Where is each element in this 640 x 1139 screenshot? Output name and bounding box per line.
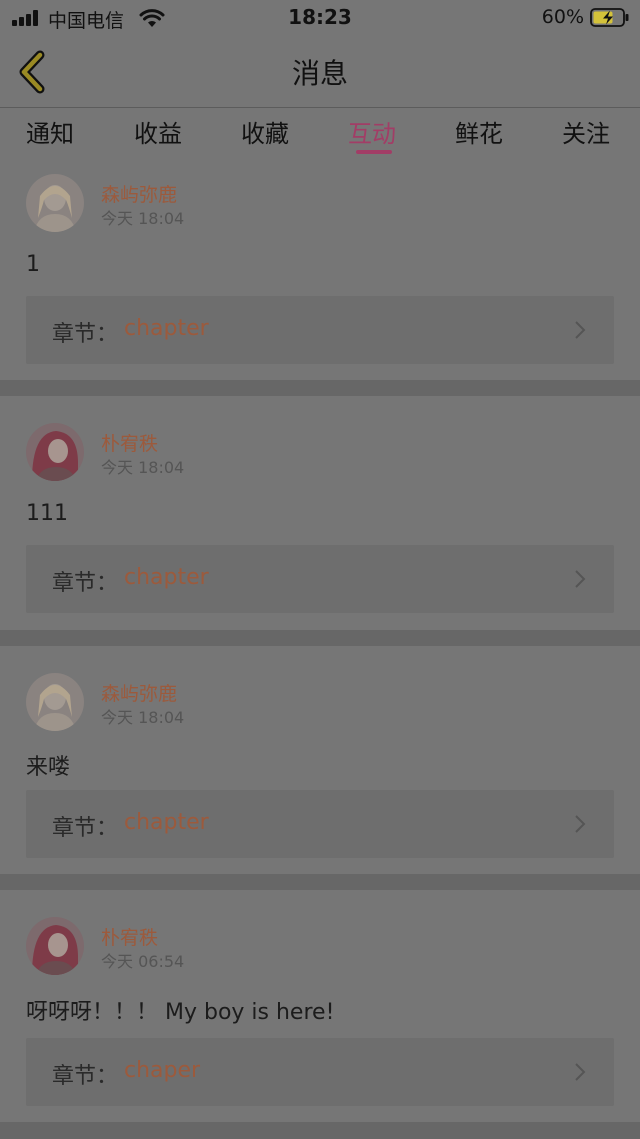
- message-card: 朴宥秩 今天 18:04 111 章节： chapter: [0, 396, 640, 630]
- tab-favorites[interactable]: 收藏: [241, 114, 289, 149]
- username[interactable]: 森屿弥鹿: [101, 180, 177, 207]
- timestamp: 今天 18:04: [101, 458, 185, 477]
- active-tab-indicator: [356, 150, 392, 154]
- username[interactable]: 朴宥秩: [101, 429, 158, 456]
- chapter-name: chapter: [124, 810, 209, 835]
- chapter-link[interactable]: 章节： chapter: [26, 790, 614, 858]
- timestamp: 今天 18:04: [101, 209, 185, 228]
- chapter-label: 章节：: [52, 1064, 119, 1089]
- chapter-label: 章节：: [52, 571, 119, 596]
- message-card: 朴宥秩 今天 06:54 呀呀呀！！！ My boy is here! 章节： …: [0, 890, 640, 1122]
- comment-text: 来喽: [26, 755, 71, 780]
- page-title: 消息: [291, 57, 348, 90]
- avatar[interactable]: [26, 423, 84, 481]
- chapter-link[interactable]: 章节： chapter: [26, 545, 614, 613]
- nav-bar: 消息: [0, 36, 640, 108]
- status-bar: 中国电信 18:23 60%: [0, 0, 640, 36]
- comment-text: 1: [26, 252, 40, 277]
- username[interactable]: 森屿弥鹿: [101, 679, 177, 706]
- chapter-name: chapter: [124, 565, 209, 590]
- comment-text: 111: [26, 501, 68, 526]
- tab-bar: 通知 收益 收藏 互动 鲜花 关注: [0, 108, 640, 162]
- chapter-link[interactable]: 章节： chapter: [26, 296, 614, 364]
- tab-flowers[interactable]: 鲜花: [455, 114, 503, 149]
- chapter-link[interactable]: 章节： chaper: [26, 1038, 614, 1106]
- chevron-right-icon: [575, 570, 586, 588]
- comment-text: 呀呀呀！！！ My boy is here!: [26, 1000, 335, 1025]
- tab-notifications[interactable]: 通知: [26, 114, 74, 149]
- battery-percentage: 60%: [541, 6, 584, 28]
- avatar[interactable]: [26, 673, 84, 731]
- tab-following[interactable]: 关注: [562, 114, 610, 149]
- timestamp: 今天 06:54: [101, 952, 185, 971]
- message-card: 森屿弥鹿 今天 18:04 1 章节： chapter: [0, 162, 640, 380]
- chevron-right-icon: [575, 815, 586, 833]
- tab-earnings[interactable]: 收益: [134, 114, 182, 149]
- username[interactable]: 朴宥秩: [101, 923, 158, 950]
- chapter-name: chapter: [124, 316, 209, 341]
- avatar[interactable]: [26, 174, 84, 232]
- chapter-label: 章节：: [52, 322, 119, 347]
- timestamp: 今天 18:04: [101, 708, 185, 727]
- tab-interactions[interactable]: 互动: [348, 114, 396, 149]
- chevron-right-icon: [575, 1063, 586, 1081]
- chapter-label: 章节：: [52, 816, 119, 841]
- message-card: 森屿弥鹿 今天 18:04 来喽 章节： chapter: [0, 646, 640, 874]
- avatar[interactable]: [26, 917, 84, 975]
- chevron-right-icon: [575, 321, 586, 339]
- chapter-name: chaper: [124, 1058, 201, 1083]
- battery-charging-icon: [590, 8, 629, 27]
